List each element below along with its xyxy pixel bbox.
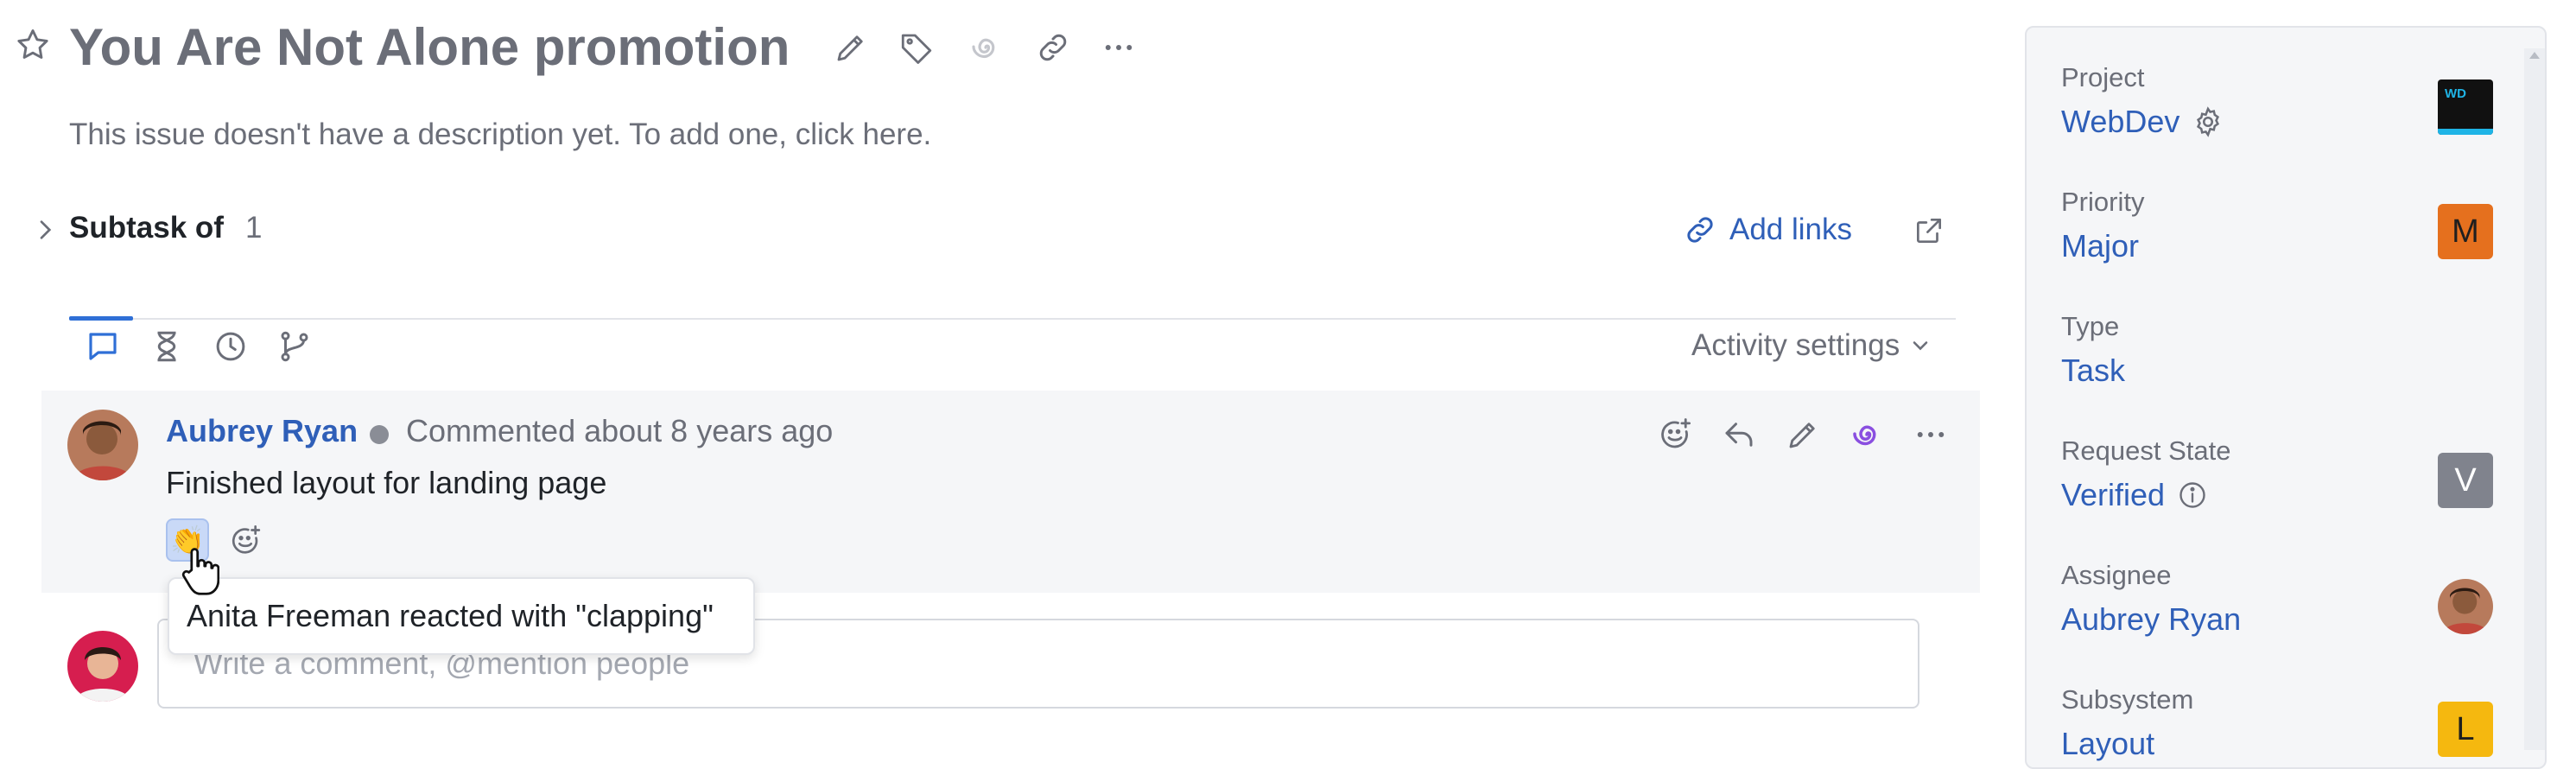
comment-text: Finished layout for landing page	[166, 465, 607, 500]
add-reaction-icon[interactable]	[228, 524, 263, 558]
hand-cursor-icon	[180, 546, 219, 598]
add-reaction-icon[interactable]	[1657, 416, 1693, 453]
priority-value[interactable]: Major	[2061, 228, 2139, 264]
tab-comments[interactable]	[85, 328, 121, 365]
request-state-value[interactable]: Verified	[2061, 477, 2208, 513]
subsystem-label: Subsystem	[2061, 684, 2194, 715]
assignee-value[interactable]: Aubrey Ryan	[2061, 601, 2241, 638]
type-label: Type	[2061, 311, 2120, 341]
ai-assistant-icon[interactable]	[1849, 416, 1885, 453]
project-value[interactable]: WebDev	[2061, 104, 2224, 140]
activity-tabs-divider	[69, 318, 1956, 320]
reaction-tooltip-text: Anita Freeman reacted with "clapping"	[187, 598, 714, 633]
issue-description[interactable]: This issue doesn't have a description ye…	[69, 118, 931, 152]
open-external-icon[interactable]	[1913, 214, 1945, 247]
edit-comment-icon[interactable]	[1785, 416, 1821, 453]
project-badge-text: WD	[2445, 86, 2466, 101]
tab-history[interactable]	[213, 328, 249, 365]
project-badge-accent	[2438, 129, 2493, 135]
tab-vcs-changes[interactable]	[276, 328, 313, 365]
subsystem-badge: L	[2438, 702, 2493, 757]
chevron-right-icon[interactable]	[31, 216, 59, 244]
gear-icon[interactable]	[2192, 105, 2224, 138]
tab-work-items[interactable]	[149, 328, 185, 365]
info-icon[interactable]	[2177, 480, 2208, 511]
avatar	[2438, 579, 2493, 634]
priority-label: Priority	[2061, 187, 2145, 217]
project-name[interactable]: WebDev	[2061, 104, 2179, 140]
add-links-label: Add links	[1729, 213, 1853, 246]
subtask-count: 1	[245, 211, 263, 245]
type-value[interactable]: Task	[2061, 353, 2125, 389]
status-dot	[370, 425, 389, 444]
request-state-badge: V	[2438, 453, 2493, 508]
activity-settings-button[interactable]: Activity settings	[1691, 323, 1932, 368]
issue-fields-panel: Project WebDev WD Priority Major M Type …	[2025, 26, 2547, 769]
chevron-down-icon	[1908, 334, 1932, 358]
subtask-of-label[interactable]: Subtask of	[69, 211, 224, 245]
priority-badge: M	[2438, 204, 2493, 259]
activity-settings-label: Activity settings	[1691, 328, 1900, 362]
link-icon[interactable]	[1035, 29, 1071, 66]
assignee-label: Assignee	[2061, 560, 2172, 590]
edit-title-icon[interactable]	[833, 29, 869, 66]
more-actions-icon[interactable]	[1913, 416, 1949, 453]
star-icon[interactable]	[14, 26, 52, 64]
project-label: Project	[2061, 62, 2145, 92]
reply-icon[interactable]	[1721, 416, 1757, 453]
scroll-up-arrow-icon[interactable]	[2528, 50, 2541, 60]
project-badge: WD	[2438, 79, 2493, 135]
more-actions-icon[interactable]	[1101, 29, 1137, 66]
reaction-tooltip: Anita Freeman reacted with "clapping"	[168, 577, 755, 655]
active-tab-indicator	[69, 316, 133, 321]
request-state-name[interactable]: Verified	[2061, 477, 2165, 513]
sidebar-scrollbar[interactable]	[2524, 48, 2545, 750]
link-icon	[1683, 213, 1717, 247]
ai-assistant-icon[interactable]	[968, 29, 1004, 66]
avatar	[67, 410, 138, 480]
avatar	[67, 631, 138, 702]
subsystem-value[interactable]: Layout	[2061, 726, 2154, 762]
tag-icon[interactable]	[898, 29, 935, 66]
issue-title[interactable]: You Are Not Alone promotion	[69, 9, 790, 86]
request-state-label: Request State	[2061, 435, 2231, 466]
comment-timestamp[interactable]: Commented about 8 years ago	[406, 413, 833, 449]
add-links-button[interactable]: Add links	[1683, 207, 1852, 252]
comment-author[interactable]: Aubrey Ryan	[166, 413, 358, 449]
